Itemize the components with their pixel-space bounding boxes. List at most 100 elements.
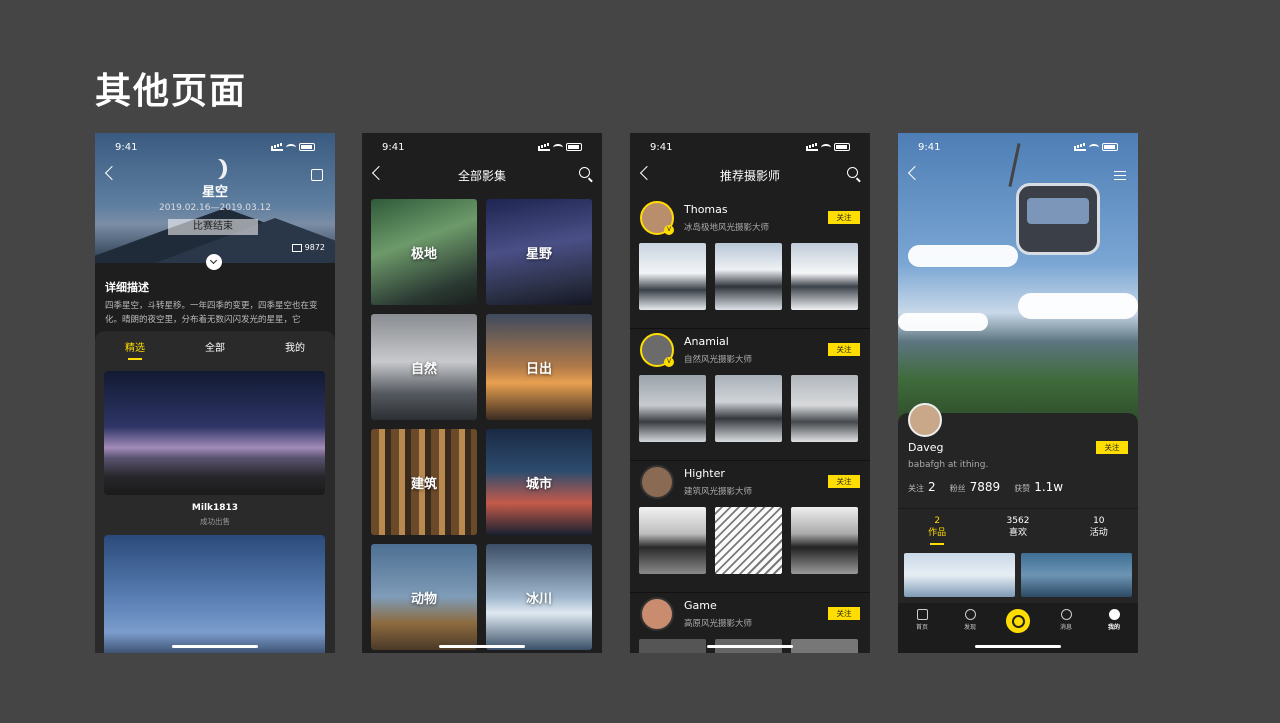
stat-followers: 粉丝 7889 — [949, 480, 1001, 494]
photographer-name: Highter — [684, 467, 725, 480]
photographer-row[interactable]: V Anamial 自然风光摄影大师 关注 — [630, 331, 870, 461]
album-tile[interactable]: 动物 — [371, 544, 477, 650]
phone-contest-detail: 9:41 星空 2019.02.16—2019.03.12 比赛结束 9872 … — [95, 133, 335, 653]
tab-activities[interactable]: 10 活动 — [1090, 515, 1108, 543]
navbar — [95, 163, 335, 187]
photo-thumb[interactable] — [639, 375, 706, 442]
status-bar: 9:41 — [362, 133, 602, 161]
status-time: 9:41 — [115, 141, 138, 153]
home-indicator — [172, 645, 258, 648]
album-tile[interactable]: 极地 — [371, 199, 477, 305]
photo-thumb[interactable] — [791, 639, 858, 653]
tab-works[interactable]: 2 作品 — [928, 515, 946, 545]
avatar[interactable] — [640, 597, 674, 631]
work-title: Milk1813 — [191, 503, 239, 513]
contest-date: 2019.02.16—2019.03.12 — [158, 203, 272, 213]
nav-home[interactable]: 首页 — [902, 609, 942, 653]
photographer-row[interactable]: Highter 建筑风光摄影大师 关注 — [630, 463, 870, 593]
photo-thumb[interactable] — [791, 507, 858, 574]
album-tile[interactable]: 城市 — [486, 429, 592, 535]
photo-strip — [639, 507, 858, 574]
signal-icon — [538, 144, 550, 151]
stat-likes: 获赞 1.1w — [1014, 480, 1064, 494]
photographer-row[interactable]: V Thomas 冰岛极地风光摄影大师 关注 — [630, 199, 870, 329]
profile-bio: babafgh at ithing. — [908, 460, 989, 470]
navbar-title: 推荐摄影师 — [719, 168, 780, 183]
search-icon[interactable] — [847, 167, 858, 178]
home-icon — [916, 609, 928, 620]
phone-all-albums: 9:41 全部影集 极地 星野 自然 日出 建筑 城市 动物 冰川 — [362, 133, 602, 653]
back-icon[interactable] — [371, 165, 387, 181]
search-icon[interactable] — [579, 167, 590, 178]
status-time: 9:41 — [918, 141, 941, 153]
status-time: 9:41 — [650, 141, 673, 153]
photo-count: 9872 — [291, 243, 325, 252]
photo-strip — [639, 375, 858, 442]
battery-icon — [834, 143, 850, 151]
follow-button[interactable]: 关注 — [828, 343, 860, 356]
back-icon[interactable] — [104, 165, 120, 181]
photo-count-value: 9872 — [304, 243, 325, 252]
navbar-title: 全部影集 — [457, 168, 506, 183]
photo-thumb[interactable] — [791, 375, 858, 442]
album-grid: 极地 星野 自然 日出 建筑 城市 动物 冰川 — [371, 199, 593, 650]
back-icon[interactable] — [907, 165, 923, 181]
follow-button[interactable]: 关注 — [828, 475, 860, 488]
photo-strip — [639, 243, 858, 310]
wifi-icon — [821, 143, 831, 151]
photographer-name: Thomas — [684, 203, 728, 216]
expand-icon[interactable] — [206, 254, 222, 270]
works-tabs: 精选 全部 我的 — [95, 331, 335, 360]
work-image[interactable] — [104, 535, 325, 653]
verified-badge: V — [664, 225, 674, 235]
status-bar: 9:41 — [95, 133, 335, 161]
signal-icon — [1074, 144, 1086, 151]
photographer-name: Anamial — [684, 335, 729, 348]
tab-featured[interactable]: 精选 — [125, 339, 145, 360]
back-icon[interactable] — [639, 165, 655, 181]
battery-icon — [299, 143, 315, 151]
home-indicator — [975, 645, 1061, 648]
album-tile[interactable]: 自然 — [371, 314, 477, 420]
photo-thumb[interactable] — [639, 639, 706, 653]
status-time: 9:41 — [382, 141, 405, 153]
photo-thumb[interactable] — [639, 507, 706, 574]
gondola — [1016, 183, 1100, 255]
avatar[interactable] — [640, 465, 674, 499]
camera-icon — [1006, 609, 1030, 633]
photo-thumb[interactable] — [715, 243, 782, 310]
album-tile[interactable]: 日出 — [486, 314, 592, 420]
avatar[interactable] — [908, 403, 942, 437]
signal-icon — [271, 144, 283, 151]
follow-button[interactable]: 关注 — [1096, 441, 1128, 454]
follow-button[interactable]: 关注 — [828, 211, 860, 224]
battery-icon — [1102, 143, 1118, 151]
image-icon — [291, 243, 302, 252]
work-image[interactable] — [104, 371, 325, 495]
album-tile[interactable]: 建筑 — [371, 429, 477, 535]
tab-all[interactable]: 全部 — [205, 339, 225, 358]
album-tile[interactable]: 星野 — [486, 199, 592, 305]
work-thumb[interactable] — [904, 553, 1015, 597]
compass-icon — [964, 609, 976, 620]
profile-tabs: 2 作品 3562 喜欢 10 活动 — [898, 508, 1138, 545]
navbar — [898, 163, 1138, 187]
photographer-name: Game — [684, 599, 717, 612]
follow-button[interactable]: 关注 — [828, 607, 860, 620]
album-tile[interactable]: 冰川 — [486, 544, 592, 650]
tab-likes[interactable]: 3562 喜欢 — [1007, 515, 1030, 543]
photo-thumb[interactable] — [715, 507, 782, 574]
battery-icon — [566, 143, 582, 151]
photo-thumb[interactable] — [791, 243, 858, 310]
photo-thumb[interactable] — [639, 243, 706, 310]
wifi-icon — [286, 143, 296, 151]
works-thumbs — [904, 553, 1132, 597]
work-thumb[interactable] — [1021, 553, 1132, 597]
nav-mine[interactable]: 我的 — [1094, 609, 1134, 653]
wifi-icon — [553, 143, 563, 151]
tab-mine[interactable]: 我的 — [285, 339, 305, 358]
photo-thumb[interactable] — [715, 375, 782, 442]
phone-recommended-photographers: 9:41 推荐摄影师 V Thomas 冰岛极地风光摄影大师 关注 V Anam… — [630, 133, 870, 653]
status-bar: 9:41 — [630, 133, 870, 161]
description-title: 详细描述 — [105, 281, 149, 294]
